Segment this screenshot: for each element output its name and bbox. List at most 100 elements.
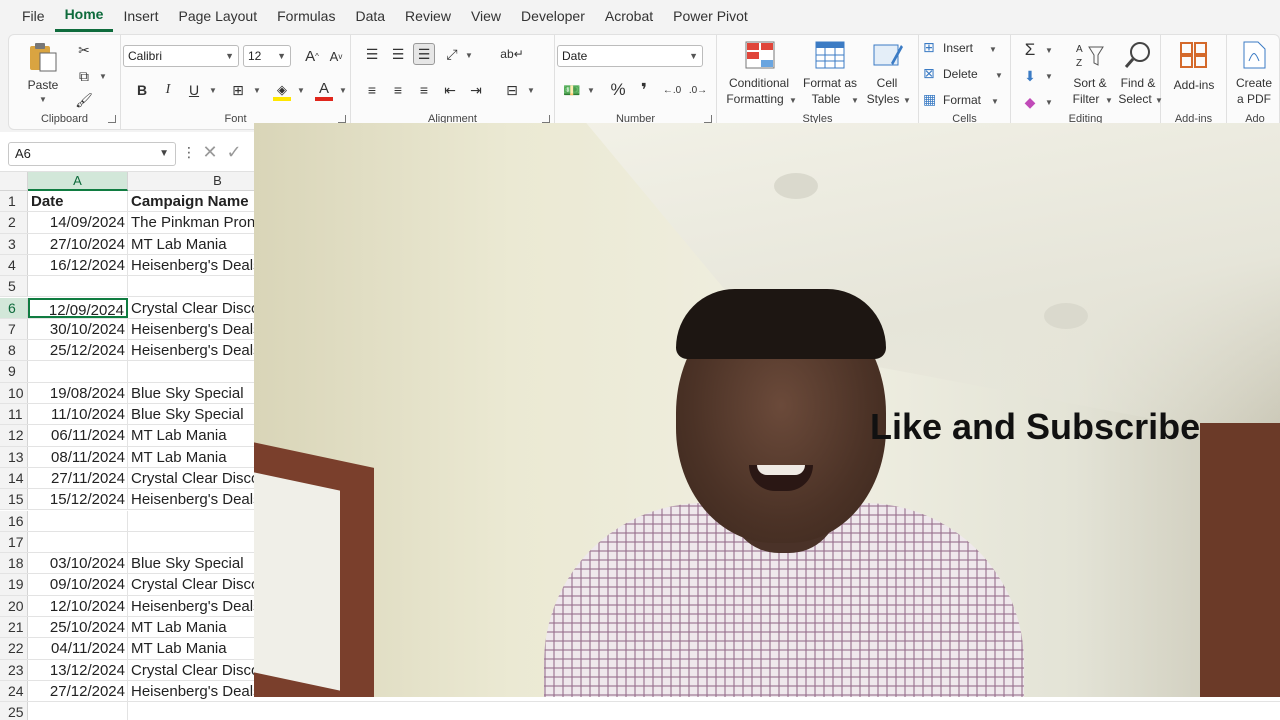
addins-button[interactable]: Add-ins <box>1165 39 1223 99</box>
font-launcher-icon[interactable] <box>338 115 346 123</box>
cancel-icon[interactable]: ✕ <box>200 142 220 162</box>
row-header[interactable]: 24 <box>0 680 28 702</box>
row-header[interactable]: 18 <box>0 553 28 574</box>
more-options-icon[interactable]: ⋮ <box>182 144 196 161</box>
sort-filter-button[interactable]: A Z Sort & Filter ▼ <box>1067 39 1113 109</box>
menu-power-pivot[interactable]: Power Pivot <box>663 0 758 32</box>
cell-date[interactable]: 27/12/2024 <box>28 680 128 702</box>
font-color-icon[interactable]: A <box>313 77 335 99</box>
cell-date[interactable] <box>28 510 128 531</box>
cell-campaign-name[interactable] <box>128 702 308 720</box>
clear-dropdown-icon[interactable]: ▼ <box>1045 98 1053 107</box>
row-header[interactable]: 15 <box>0 489 28 510</box>
orientation-icon[interactable]: ⤢ <box>441 43 463 65</box>
menu-file[interactable]: File <box>0 0 55 32</box>
cell-date[interactable]: 11/10/2024 <box>28 404 128 425</box>
align-right-icon[interactable]: ≡ <box>413 79 435 101</box>
row-header[interactable]: 21 <box>0 617 28 638</box>
create-pdf-button[interactable]: Create a PDF <box>1229 39 1279 109</box>
row-header[interactable]: 17 <box>0 531 28 553</box>
row-header[interactable]: 20 <box>0 595 28 616</box>
decrease-font-size-icon[interactable]: Av <box>325 45 347 67</box>
row-header[interactable]: 7 <box>0 318 28 340</box>
align-left-icon[interactable]: ≡ <box>361 79 383 101</box>
row-header[interactable]: 10 <box>0 382 28 403</box>
increase-font-size-icon[interactable]: A ^ <box>301 45 323 67</box>
cell-date[interactable]: 25/12/2024 <box>28 340 128 361</box>
paste-button[interactable]: Paste ▼ <box>23 41 63 107</box>
row-header[interactable]: 16 <box>0 510 28 531</box>
row-header[interactable]: 3 <box>0 233 28 254</box>
fill-color-dropdown-icon[interactable]: ▼ <box>297 86 305 95</box>
cell-date[interactable]: 04/11/2024 <box>28 638 128 659</box>
font-color-dropdown-icon[interactable]: ▼ <box>339 86 347 95</box>
select-all-corner[interactable] <box>0 172 28 191</box>
cell-date[interactable] <box>28 702 128 720</box>
menu-data[interactable]: Data <box>345 0 395 32</box>
align-top-icon[interactable]: ☰ <box>361 43 383 65</box>
format-as-table-button[interactable]: Format as Table ▼ <box>801 39 859 109</box>
autosum-icon[interactable]: Σ <box>1019 39 1041 61</box>
bold-icon[interactable]: B <box>131 79 153 101</box>
underline-icon[interactable]: U <box>183 79 205 101</box>
cell-date[interactable] <box>28 276 128 297</box>
number-launcher-icon[interactable] <box>704 115 712 123</box>
autosum-dropdown-icon[interactable]: ▼ <box>1045 46 1053 55</box>
underline-dropdown-icon[interactable]: ▼ <box>209 86 217 95</box>
cell-date[interactable]: 12/10/2024 <box>28 595 128 616</box>
number-format-select[interactable]: Date ▼ <box>557 45 703 67</box>
cell-date[interactable]: 15/12/2024 <box>28 489 128 510</box>
cell-date[interactable]: 09/10/2024 <box>28 574 128 595</box>
header-cell-date[interactable]: Date <box>28 191 128 212</box>
cell-styles-button[interactable]: Cell Styles ▼ <box>863 39 911 109</box>
font-size-select[interactable]: 12 ▼ <box>243 45 291 67</box>
cell-date[interactable]: 25/10/2024 <box>28 617 128 638</box>
name-box[interactable]: A6 ▼ <box>8 142 176 166</box>
align-center-icon[interactable]: ≡ <box>387 79 409 101</box>
row-header[interactable]: 9 <box>0 361 28 382</box>
align-middle-icon[interactable]: ☰ <box>387 43 409 65</box>
increase-decimal-icon[interactable]: ←.0 <box>661 79 683 101</box>
cut-icon[interactable]: ✂ <box>73 39 95 61</box>
cell-date[interactable] <box>28 361 128 382</box>
cell-date[interactable]: 27/10/2024 <box>28 233 128 254</box>
alignment-launcher-icon[interactable] <box>542 115 550 123</box>
row-header[interactable]: 12 <box>0 425 28 446</box>
row-header[interactable]: 19 <box>0 574 28 595</box>
row-header[interactable]: 23 <box>0 659 28 680</box>
comma-style-icon[interactable]: ❜ <box>633 79 655 101</box>
cell-date[interactable]: 03/10/2024 <box>28 553 128 574</box>
row-header[interactable]: 5 <box>0 276 28 297</box>
cell-date[interactable]: 14/09/2024 <box>28 212 128 233</box>
wrap-text-icon[interactable]: ab↵ <box>500 43 523 65</box>
menu-review[interactable]: Review <box>395 0 461 32</box>
font-name-select[interactable]: Calibri ▼ <box>123 45 239 67</box>
italic-icon[interactable]: I <box>157 79 179 101</box>
row-header[interactable]: 13 <box>0 446 28 467</box>
row-header[interactable]: 4 <box>0 254 28 276</box>
cell-date[interactable] <box>28 531 128 553</box>
menu-page-layout[interactable]: Page Layout <box>168 0 267 32</box>
cell-date[interactable]: 16/12/2024 <box>28 254 128 276</box>
copy-dropdown-icon[interactable]: ▼ <box>99 72 107 81</box>
insert-cells-button[interactable]: ⊞ Insert ▼ <box>923 39 1007 59</box>
merge-center-icon[interactable]: ⊟ <box>501 79 523 101</box>
decrease-decimal-icon[interactable]: .0→ <box>687 79 709 101</box>
percent-style-icon[interactable]: % <box>607 79 629 101</box>
menu-developer[interactable]: Developer <box>511 0 595 32</box>
borders-icon[interactable]: ⊞ <box>227 79 249 101</box>
menu-formulas[interactable]: Formulas <box>267 0 345 32</box>
fill-dropdown-icon[interactable]: ▼ <box>1045 72 1053 81</box>
row-header[interactable]: 1 <box>0 191 28 212</box>
cell-date[interactable]: 08/11/2024 <box>28 446 128 467</box>
row-header[interactable]: 2 <box>0 212 28 233</box>
decrease-indent-icon[interactable]: ⇤ <box>439 79 461 101</box>
enter-icon[interactable]: ✓ <box>224 142 244 162</box>
row-header[interactable]: 22 <box>0 638 28 659</box>
delete-cells-button[interactable]: ⊠ Delete ▼ <box>923 65 1007 85</box>
align-bottom-icon[interactable]: ☰ <box>413 43 435 65</box>
cell-date[interactable]: 13/12/2024 <box>28 659 128 680</box>
cell-date[interactable]: 12/09/2024 <box>28 297 128 318</box>
menu-acrobat[interactable]: Acrobat <box>595 0 663 32</box>
fill-down-icon[interactable]: ⬇ <box>1019 65 1041 87</box>
